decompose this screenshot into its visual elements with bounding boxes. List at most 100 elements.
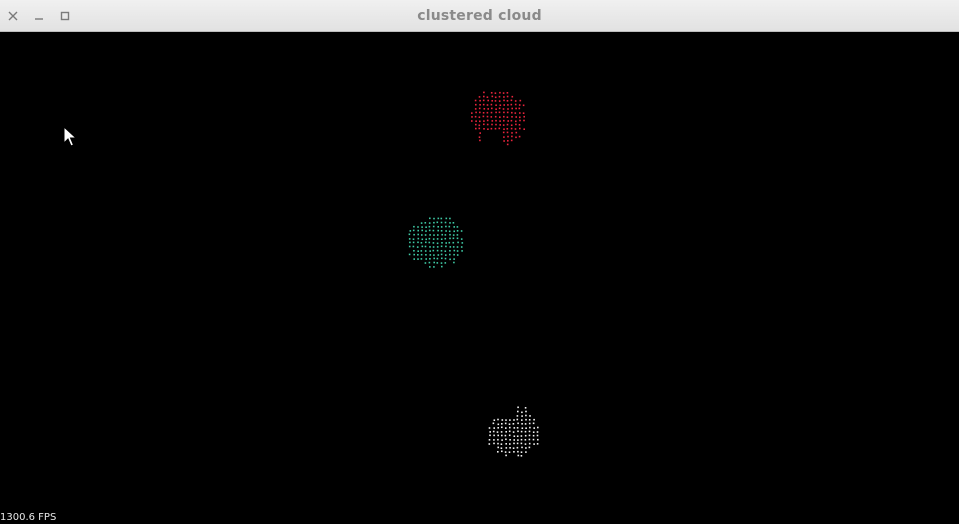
cloud-point — [506, 111, 509, 114]
cloud-point — [490, 92, 493, 94]
cloud-point — [513, 451, 515, 453]
cloud-point — [474, 99, 477, 102]
cloud-point — [500, 443, 503, 445]
cloud-point — [515, 107, 517, 110]
cloud-point — [525, 451, 527, 453]
cloud-point — [488, 439, 491, 441]
cloud-point — [499, 124, 501, 126]
cloud-point — [417, 241, 419, 244]
cloud-point — [412, 245, 415, 248]
cloud-point — [475, 127, 477, 130]
cloud-point — [537, 426, 539, 429]
cloud-point — [525, 414, 527, 417]
cloud-point — [510, 103, 513, 106]
cloud-point — [497, 423, 500, 426]
cloud-point — [503, 136, 505, 138]
white-cluster — [488, 406, 539, 457]
cloud-point — [509, 439, 511, 441]
cloud-point — [532, 422, 535, 425]
cloud-point — [507, 104, 509, 106]
cloud-point — [417, 250, 419, 252]
cloud-point — [483, 120, 485, 122]
cloud-point — [428, 237, 431, 240]
cloud-point — [500, 447, 503, 449]
window-title: clustered cloud — [417, 8, 542, 24]
cloud-point — [478, 107, 481, 110]
cloud-point — [503, 99, 505, 102]
cloud-point — [412, 229, 415, 232]
cloud-point — [424, 245, 427, 248]
cloud-point — [432, 238, 435, 240]
mouse-cursor — [63, 125, 78, 152]
cloud-point — [448, 230, 451, 233]
cloud-point — [420, 242, 423, 244]
cloud-point — [449, 258, 451, 261]
cloud-point — [425, 226, 427, 228]
cloud-point — [524, 434, 527, 437]
cloud-point — [498, 111, 501, 114]
cloud-point — [445, 230, 447, 232]
cloud-point — [478, 96, 481, 98]
cloud-point — [503, 96, 505, 98]
cloud-point — [460, 238, 463, 240]
cloud-point — [494, 115, 497, 118]
cloud-point — [495, 108, 497, 110]
cloud-point — [501, 426, 503, 429]
cloud-point — [452, 237, 455, 240]
cloud-point — [461, 242, 464, 244]
cloud-point — [498, 127, 501, 130]
cloud-point — [511, 111, 513, 114]
cloud-point — [449, 237, 451, 240]
cloud-point — [425, 241, 427, 244]
cloud-point — [490, 103, 493, 106]
cloud-point — [456, 230, 459, 232]
cloud-point — [517, 439, 519, 441]
cloud-point — [408, 245, 411, 248]
cloud-point — [440, 250, 443, 252]
cloud-point — [471, 112, 473, 114]
cloud-point — [417, 226, 419, 228]
cloud-point — [521, 427, 524, 429]
render-viewport[interactable]: 1300.6 FPS — [0, 32, 959, 524]
cloud-point — [511, 95, 514, 98]
cloud-point — [460, 246, 463, 248]
cloud-point — [507, 108, 509, 110]
cloud-point — [517, 406, 519, 409]
cloud-point — [505, 443, 507, 445]
cloud-point — [503, 119, 505, 122]
cloud-point — [449, 253, 451, 256]
title-bar[interactable]: clustered cloud — [0, 0, 959, 32]
cloud-point — [516, 435, 519, 437]
cloud-point — [528, 430, 531, 433]
cloud-point — [511, 107, 513, 110]
cloud-point — [444, 221, 447, 224]
cloud-point — [436, 238, 439, 240]
cloud-point — [420, 253, 423, 256]
cloud-point — [486, 119, 489, 122]
cloud-point — [491, 95, 494, 98]
cloud-point — [479, 132, 481, 134]
cloud-point — [428, 261, 431, 264]
cloud-point — [408, 238, 411, 240]
cloud-point — [478, 116, 481, 118]
cloud-point — [504, 422, 507, 425]
cloud-point — [515, 120, 517, 123]
cloud-point — [491, 100, 493, 102]
cloud-point — [421, 238, 424, 241]
cloud-point — [506, 100, 509, 102]
cloud-point — [409, 241, 411, 244]
cloud-point — [524, 443, 527, 445]
cloud-point — [508, 434, 511, 437]
cloud-point — [513, 439, 515, 441]
cloud-point — [432, 242, 435, 244]
cloud-point — [533, 418, 535, 421]
cloud-point — [510, 124, 513, 126]
cloud-point — [440, 262, 443, 264]
cloud-point — [514, 112, 517, 114]
cloud-point — [440, 245, 443, 248]
cloud-point — [420, 222, 423, 224]
cloud-point — [412, 238, 415, 240]
cloud-point — [479, 104, 481, 106]
cloud-point — [433, 266, 435, 268]
cloud-point — [509, 447, 511, 449]
